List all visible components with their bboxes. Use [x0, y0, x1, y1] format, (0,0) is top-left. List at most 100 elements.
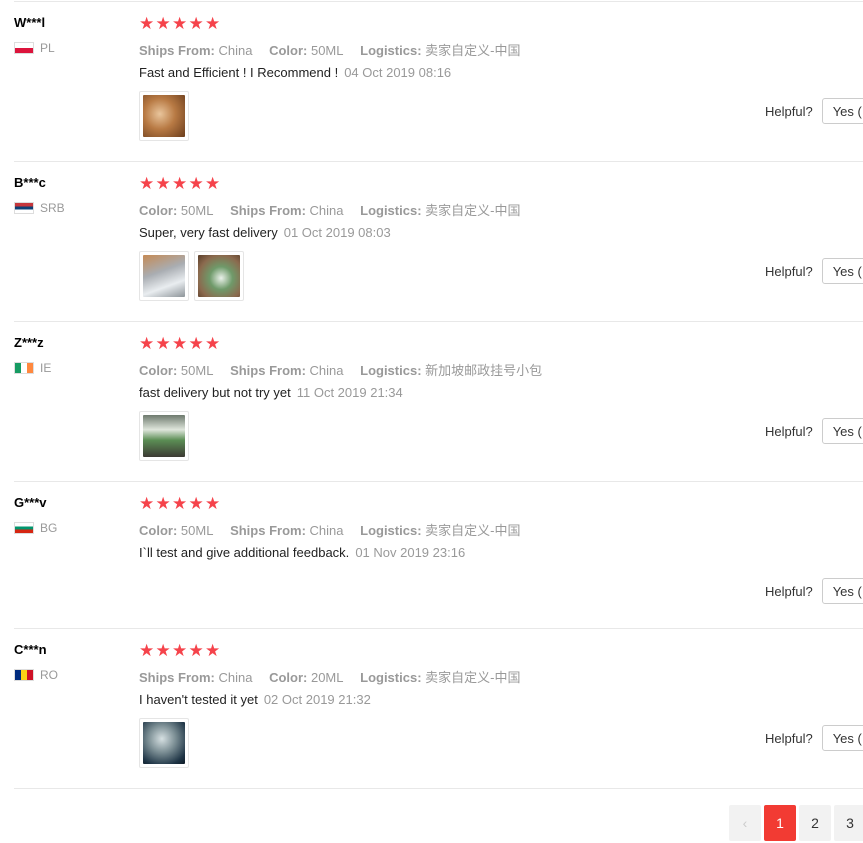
review-photo-thumbnail[interactable]: [139, 91, 189, 141]
attr-value: 卖家自定义-中国: [425, 670, 521, 685]
attr-value: China: [309, 203, 344, 218]
photo-image: [143, 255, 185, 297]
helpful-label: Helpful?: [765, 730, 813, 746]
helpful-vote: Helpful? Yes (: [765, 418, 863, 444]
review-text: I`ll test and give additional feedback. 0…: [139, 545, 465, 560]
reviewer-name: G***v: [14, 495, 47, 510]
star-icon: ★: [172, 14, 188, 34]
page-button-1[interactable]: 1: [764, 805, 796, 841]
star-icon: ★: [205, 641, 221, 661]
review-date: 11 Oct 2019 21:34: [296, 385, 403, 400]
review-date: 02 Oct 2019 21:32: [263, 692, 371, 707]
review-text: Fast and Efficient ! I Recommend ! 04 Oct…: [139, 65, 451, 80]
helpful-yes-button[interactable]: Yes (: [821, 725, 863, 751]
star-icon: ★: [188, 174, 204, 194]
helpful-vote: Helpful? Yes (: [765, 258, 863, 284]
review-text: fast delivery but not try yet 11 Oct 2019…: [139, 385, 403, 400]
attr-key: Color:: [269, 43, 308, 58]
star-rating: ★ ★ ★ ★ ★: [139, 496, 222, 513]
review-date: 01 Nov 2019 23:16: [355, 545, 466, 560]
feedback-text: Fast and Efficient ! I Recommend !: [139, 65, 339, 80]
review-photo-thumbnail[interactable]: [194, 251, 244, 301]
star-icon: ★: [188, 14, 204, 34]
star-icon: ★: [155, 334, 171, 354]
star-rating: ★ ★ ★ ★ ★: [139, 176, 222, 193]
order-attributes: Color: 50ML Ships From: China Logistics:…: [139, 200, 534, 219]
helpful-label: Helpful?: [765, 263, 813, 279]
attr-key: Ships From:: [230, 203, 306, 218]
review-photo-thumbnail[interactable]: [139, 718, 189, 768]
reviewer-country: IE: [14, 361, 51, 375]
star-icon: ★: [172, 334, 188, 354]
order-attributes: Color: 50ML Ships From: China Logistics:…: [139, 360, 555, 379]
review-photos: [139, 91, 194, 141]
country-code: PL: [40, 41, 55, 55]
order-attributes: Color: 50ML Ships From: China Logistics:…: [139, 520, 534, 539]
review-item: W***l PL ★ ★ ★ ★ ★ Ships From: China Color: …: [0, 0, 863, 162]
star-rating: ★ ★ ★ ★ ★: [139, 643, 222, 660]
star-icon: ★: [188, 494, 204, 514]
star-icon: ★: [205, 334, 221, 354]
country-code: BG: [40, 521, 58, 535]
review-photos: [139, 411, 194, 461]
attr-value: 50ML: [180, 203, 214, 218]
star-icon: ★: [155, 494, 171, 514]
helpful-yes-button[interactable]: Yes (: [821, 578, 863, 604]
attr-key: Color:: [139, 523, 178, 538]
attr-value: 卖家自定义-中国: [425, 523, 521, 538]
star-icon: ★: [139, 334, 155, 354]
attr-value: China: [218, 670, 253, 685]
pagination: ‹ 1 2 3: [729, 805, 863, 841]
page-button-2[interactable]: 2: [799, 805, 831, 841]
helpful-yes-button[interactable]: Yes (: [821, 258, 863, 284]
reviewer-country: PL: [14, 41, 55, 55]
prev-page-button[interactable]: ‹: [729, 805, 761, 841]
review-photos: [139, 718, 194, 768]
reviewer-name: Z***z: [14, 335, 44, 350]
helpful-vote: Helpful? Yes (: [765, 578, 863, 604]
attr-value: 50ML: [180, 523, 214, 538]
attr-key: Logistics:: [360, 670, 422, 685]
attr-value: 20ML: [310, 670, 344, 685]
order-attributes: Ships From: China Color: 50ML Logistics:…: [139, 40, 534, 59]
page-button-3[interactable]: 3: [834, 805, 863, 841]
star-icon: ★: [188, 334, 204, 354]
country-code: SRB: [40, 201, 65, 215]
star-icon: ★: [205, 14, 221, 34]
helpful-yes-button[interactable]: Yes (: [821, 98, 863, 124]
feedback-text: I haven't tested it yet: [139, 692, 258, 707]
attr-value: 卖家自定义-中国: [425, 203, 521, 218]
attr-value: 新加坡邮政挂号小包: [425, 363, 543, 378]
reviewer-country: SRB: [14, 201, 65, 215]
helpful-label: Helpful?: [765, 103, 813, 119]
order-attributes: Ships From: China Color: 20ML Logistics:…: [139, 667, 534, 686]
reviewer-country: BG: [14, 521, 57, 535]
attr-value: 卖家自定义-中国: [425, 43, 521, 58]
feedback-text: I`ll test and give additional feedback.: [139, 545, 350, 560]
attr-key: Ships From:: [230, 363, 306, 378]
attr-value: 50ML: [180, 363, 214, 378]
review-photo-thumbnail[interactable]: [139, 411, 189, 461]
review-date: 01 Oct 2019 08:03: [283, 225, 391, 240]
review-photo-thumbnail[interactable]: [139, 251, 189, 301]
star-icon: ★: [188, 641, 204, 661]
star-icon: ★: [139, 494, 155, 514]
review-item: B***c SRB ★ ★ ★ ★ ★ Color: 50ML Ships From: …: [0, 160, 863, 322]
feedback-text: fast delivery but not try yet: [139, 385, 291, 400]
photo-image: [143, 95, 185, 137]
helpful-label: Helpful?: [765, 423, 813, 439]
star-icon: ★: [205, 494, 221, 514]
flag-icon: [14, 42, 34, 54]
flag-icon: [14, 362, 34, 374]
reviewer-country: RO: [14, 668, 58, 682]
star-icon: ★: [155, 174, 171, 194]
attr-value: China: [309, 363, 344, 378]
attr-key: Logistics:: [360, 203, 422, 218]
attr-key: Ships From:: [139, 43, 215, 58]
reviewer-name: B***c: [14, 175, 46, 190]
star-icon: ★: [139, 14, 155, 34]
attr-key: Logistics:: [360, 363, 422, 378]
star-rating: ★ ★ ★ ★ ★: [139, 336, 222, 353]
helpful-vote: Helpful? Yes (: [765, 98, 863, 124]
helpful-yes-button[interactable]: Yes (: [821, 418, 863, 444]
